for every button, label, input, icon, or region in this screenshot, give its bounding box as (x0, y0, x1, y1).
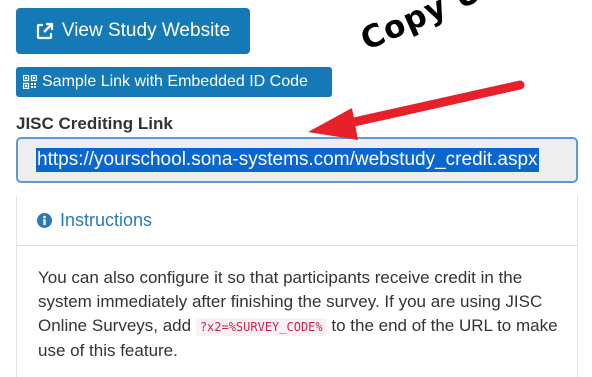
sample-link-label: Sample Link with Embedded ID Code (42, 73, 308, 90)
survey-code-snippet: ?x2=%SURVEY_CODE% (195, 318, 327, 336)
instructions-toggle[interactable]: Instructions (17, 196, 577, 246)
sample-link-button[interactable]: Sample Link with Embedded ID Code (16, 67, 332, 97)
info-circle-icon (37, 213, 52, 228)
instructions-panel: Instructions You can also configure it s… (16, 196, 578, 377)
view-study-website-label: View Study Website (61, 20, 231, 41)
annotation-copy-url: Copy URL (355, 0, 529, 58)
study-page: View Study Website Sample Link with Embe… (0, 0, 592, 377)
crediting-link-input[interactable]: https://yourschool.sona-systems.com/webs… (16, 137, 578, 183)
view-study-website-button[interactable]: View Study Website (16, 8, 250, 54)
crediting-link-label: JISC Crediting Link (16, 114, 173, 133)
instructions-body: You can also configure it so that partic… (38, 266, 558, 363)
qrcode-icon (23, 75, 37, 89)
instructions-heading: Instructions (60, 210, 153, 230)
crediting-link-value: https://yourschool.sona-systems.com/webs… (36, 148, 539, 172)
external-link-icon (36, 22, 54, 40)
